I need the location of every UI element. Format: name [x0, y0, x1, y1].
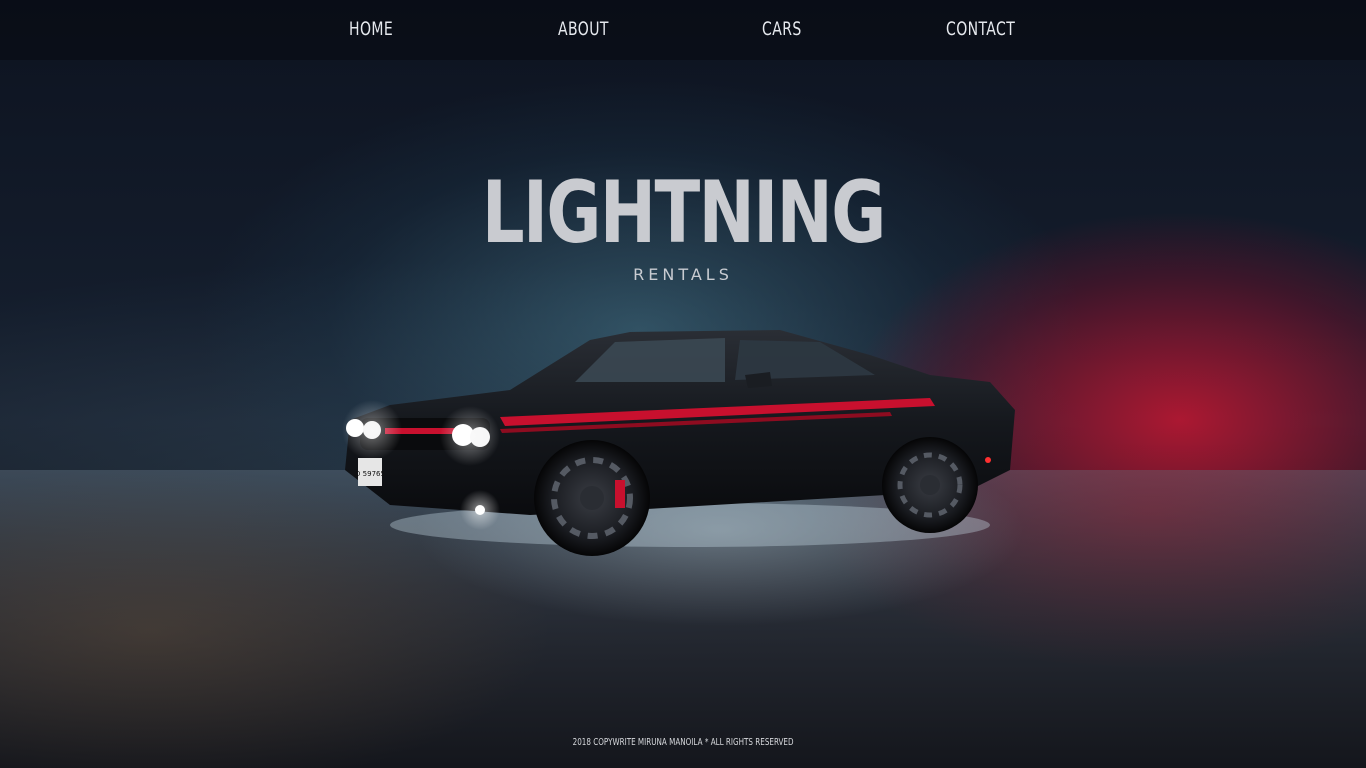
brand-logo: LIGHTNING: [0, 168, 1366, 258]
nav-link-home[interactable]: HOME: [349, 18, 393, 40]
nav-link-about[interactable]: ABOUT: [558, 18, 609, 40]
nav-link-cars[interactable]: CARS: [762, 18, 802, 40]
brand-title: LIGHTNING: [481, 163, 886, 263]
footer-copyright: 2018 COPYWRITE MIRUNA MANOILA * ALL RIGH…: [0, 737, 1366, 748]
car-image: D 59765: [342, 330, 1015, 556]
brand-subtitle: RENTALS: [633, 265, 733, 284]
license-plate: D 59765: [355, 470, 385, 478]
hero-background: D 59765 HOME ABOUT CARS CONTACT LIGHTNIN…: [0, 0, 1366, 768]
footer-text: 2018 COPYWRITE MIRUNA MANOILA * ALL RIGH…: [572, 737, 794, 748]
top-navbar: HOME ABOUT CARS CONTACT: [0, 0, 1366, 60]
nav-link-contact[interactable]: CONTACT: [946, 18, 1015, 40]
